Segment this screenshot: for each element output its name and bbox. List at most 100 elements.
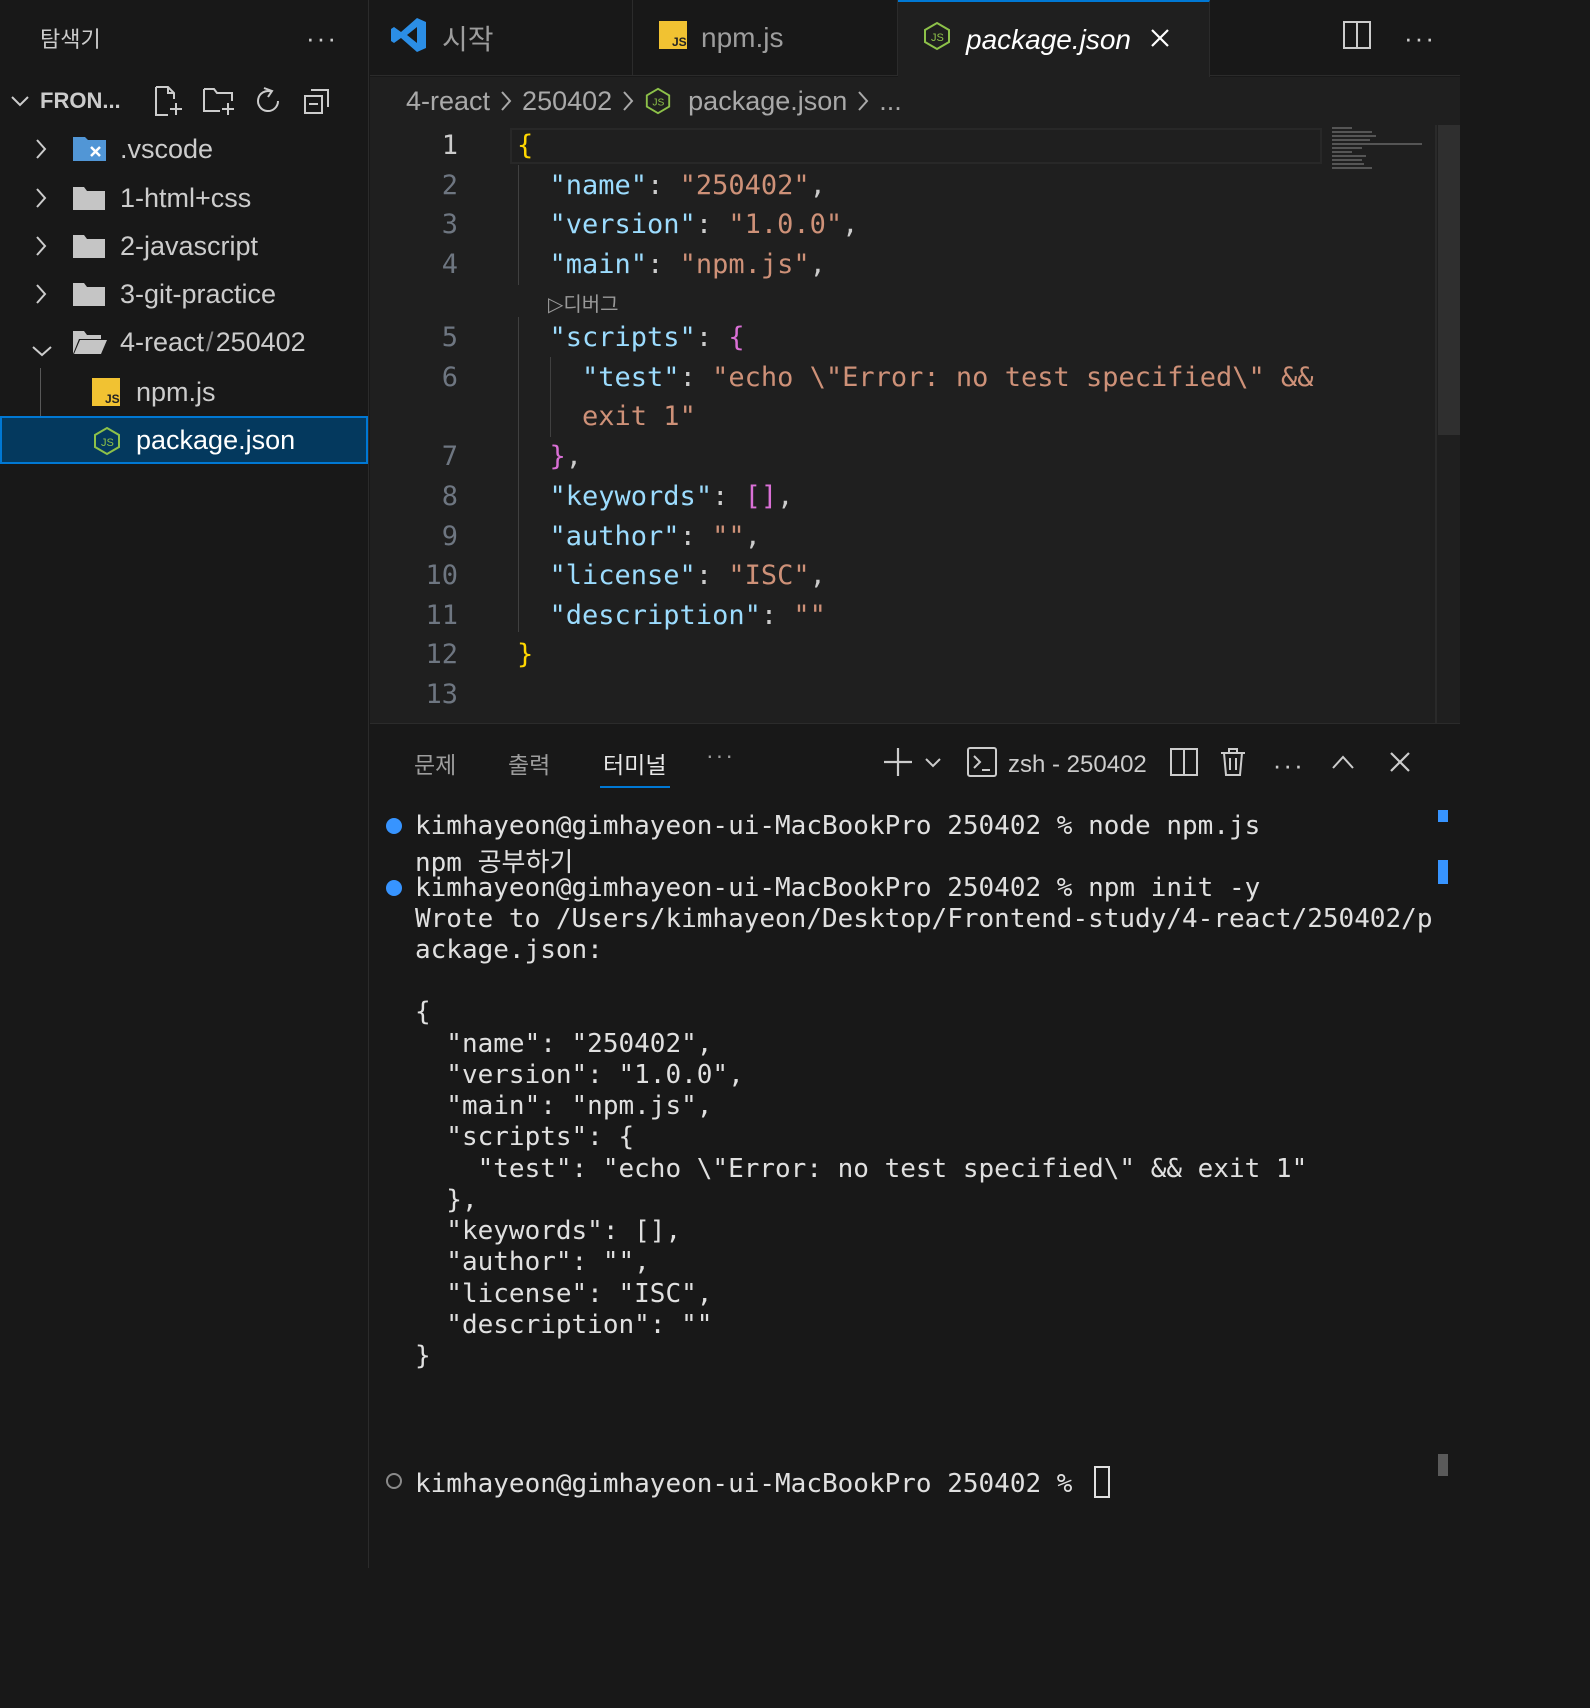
workspace-section-header[interactable]: FRON... bbox=[0, 76, 368, 126]
terminal-line: kimhayeon@gimhayeon-ui-MacBookPro 250402… bbox=[415, 873, 1261, 903]
refresh-icon[interactable] bbox=[254, 86, 284, 116]
code-line[interactable]: "test": "echo \"Error: no test specified… bbox=[517, 362, 1314, 393]
line-number: 7 bbox=[441, 441, 458, 472]
tree-item-package-json[interactable]: JS package.json bbox=[0, 416, 368, 464]
code-line-wrapped[interactable]: exit 1" bbox=[517, 401, 696, 432]
close-icon[interactable] bbox=[1389, 751, 1411, 778]
code-line[interactable]: "keywords": [], bbox=[517, 481, 794, 512]
code-line[interactable]: "version": "1.0.0", bbox=[517, 209, 859, 240]
code-line[interactable]: "description": "" bbox=[517, 600, 826, 631]
breadcrumb-item[interactable]: 4-react bbox=[406, 86, 490, 117]
minimap[interactable] bbox=[1332, 127, 1422, 177]
current-line-highlight bbox=[510, 128, 1322, 164]
terminal-line: }, bbox=[415, 1185, 478, 1215]
tree-item-1-html-css[interactable]: 1-html+css bbox=[0, 174, 368, 222]
explorer-more-icon[interactable]: ··· bbox=[306, 25, 338, 51]
vscode-logo-icon bbox=[390, 16, 428, 61]
plus-icon[interactable] bbox=[882, 746, 914, 783]
tab-package-json[interactable]: JS package.json bbox=[898, 0, 1210, 77]
command-success-marker[interactable] bbox=[386, 818, 402, 834]
line-number: 9 bbox=[441, 521, 458, 552]
tree-item-npm-js[interactable]: JS npm.js bbox=[0, 368, 368, 416]
tree-item-2-javascript[interactable]: 2-javascript bbox=[0, 222, 368, 270]
command-success-marker[interactable] bbox=[386, 880, 402, 896]
folder-icon bbox=[72, 231, 106, 268]
terminal-line: "author": "", bbox=[415, 1247, 650, 1277]
chevron-down-icon[interactable] bbox=[8, 95, 32, 107]
explorer-sidebar: 탐색기 ··· FRON... .vscode 1-html+css 2-jav… bbox=[0, 0, 369, 1568]
workspace-name: FRON... bbox=[40, 88, 121, 113]
js-file-icon: JS bbox=[92, 378, 120, 413]
line-number: 8 bbox=[441, 481, 458, 512]
chevron-right-icon bbox=[622, 90, 634, 112]
chevron-up-icon[interactable] bbox=[1331, 754, 1355, 775]
terminal-line: ackage.json: bbox=[415, 935, 603, 965]
code-line[interactable]: }, bbox=[517, 441, 583, 472]
tree-item-label: package.json bbox=[136, 425, 296, 455]
terminal-line: "license": "ISC", bbox=[415, 1279, 713, 1309]
panel-tab-problems[interactable]: 문제 bbox=[414, 746, 456, 780]
code-line[interactable]: } bbox=[517, 639, 533, 670]
tree-item-label: 4-react/250402 bbox=[120, 327, 306, 357]
explorer-title: 탐색기 bbox=[40, 27, 101, 52]
tab-welcome[interactable]: 시작 bbox=[370, 0, 633, 76]
tree-item-3-git-practice[interactable]: 3-git-practice bbox=[0, 270, 368, 318]
code-line[interactable]: "main": "npm.js", bbox=[517, 249, 826, 280]
chevron-down-icon[interactable] bbox=[924, 756, 942, 774]
more-icon[interactable]: ··· bbox=[1404, 25, 1436, 51]
terminal-scroll-marker bbox=[1438, 860, 1448, 884]
panel-tab-terminal[interactable]: 터미널 bbox=[603, 746, 666, 780]
editor-scroll-track bbox=[1435, 125, 1437, 723]
debug-codelens[interactable]: ▷디버그 bbox=[548, 288, 619, 317]
terminal-line: kimhayeon@gimhayeon-ui-MacBookPro 250402… bbox=[415, 811, 1261, 841]
terminal-line: "version": "1.0.0", bbox=[415, 1060, 744, 1090]
json-file-icon: JS bbox=[92, 426, 122, 463]
code-editor[interactable]: 1 2 3 4 5 6 7 8 9 10 11 12 13 { "name": … bbox=[370, 125, 1460, 723]
tree-item-4-react-250402[interactable]: 4-react/250402 bbox=[0, 318, 368, 366]
folder-open-icon bbox=[72, 327, 108, 364]
line-number: 13 bbox=[425, 679, 458, 710]
terminal-line: } bbox=[415, 1341, 431, 1371]
chevron-right-icon bbox=[34, 137, 48, 168]
panel-more-icon[interactable]: ··· bbox=[706, 744, 735, 767]
code-line[interactable]: { bbox=[517, 130, 533, 161]
svg-text:JS: JS bbox=[653, 98, 665, 109]
code-line[interactable]: "license": "ISC", bbox=[517, 560, 826, 591]
json-file-icon: JS bbox=[922, 21, 952, 58]
terminal-line: "description": "" bbox=[415, 1310, 713, 1340]
folder-icon bbox=[72, 279, 106, 316]
breadcrumb-item[interactable]: package.json bbox=[688, 86, 847, 117]
terminal-line: Wrote to /Users/kimhayeon/Desktop/Fronte… bbox=[415, 904, 1433, 934]
terminal-cursor bbox=[1094, 1466, 1111, 1498]
terminal-line: "main": "npm.js", bbox=[415, 1091, 713, 1121]
code-line[interactable]: "name": "250402", bbox=[517, 170, 826, 201]
terminal-more-icon[interactable]: ··· bbox=[1273, 752, 1305, 778]
tab-label: npm.js bbox=[701, 22, 784, 53]
split-editor-icon[interactable] bbox=[1342, 20, 1372, 55]
breadcrumb-item[interactable]: ... bbox=[879, 86, 902, 117]
line-number: 3 bbox=[441, 209, 458, 240]
new-file-icon[interactable] bbox=[152, 85, 184, 117]
terminal-name[interactable]: zsh - 250402 bbox=[1008, 751, 1147, 779]
folder-icon bbox=[72, 183, 106, 220]
close-icon[interactable] bbox=[1149, 24, 1171, 56]
new-folder-icon[interactable] bbox=[202, 85, 236, 117]
collapse-all-icon[interactable] bbox=[302, 86, 332, 116]
split-terminal-icon[interactable] bbox=[1169, 747, 1199, 782]
line-number: 12 bbox=[425, 639, 458, 670]
breadcrumb-item[interactable]: 250402 bbox=[522, 86, 612, 117]
chevron-right-icon bbox=[500, 90, 512, 112]
command-pending-marker[interactable] bbox=[386, 1473, 402, 1489]
panel-tab-output[interactable]: 출력 bbox=[508, 746, 550, 780]
svg-text:JS: JS bbox=[101, 437, 114, 449]
tree-item-vscode[interactable]: .vscode bbox=[0, 125, 368, 173]
editor-scrollbar[interactable] bbox=[1438, 125, 1460, 435]
js-file-icon: JS bbox=[659, 20, 687, 56]
trash-icon[interactable] bbox=[1219, 747, 1247, 782]
bottom-panel: 문제 출력 터미널 ··· zsh - 250402 ··· kimhayeon… bbox=[370, 723, 1460, 1568]
code-line[interactable]: "author": "", bbox=[517, 521, 761, 552]
tab-npm-js[interactable]: JS npm.js bbox=[633, 0, 898, 76]
terminal-prompt-line[interactable]: kimhayeon@gimhayeon-ui-MacBookPro 250402… bbox=[415, 1466, 1111, 1499]
code-line[interactable]: "scripts": { bbox=[517, 322, 745, 353]
tree-item-label: 3-git-practice bbox=[120, 279, 277, 309]
